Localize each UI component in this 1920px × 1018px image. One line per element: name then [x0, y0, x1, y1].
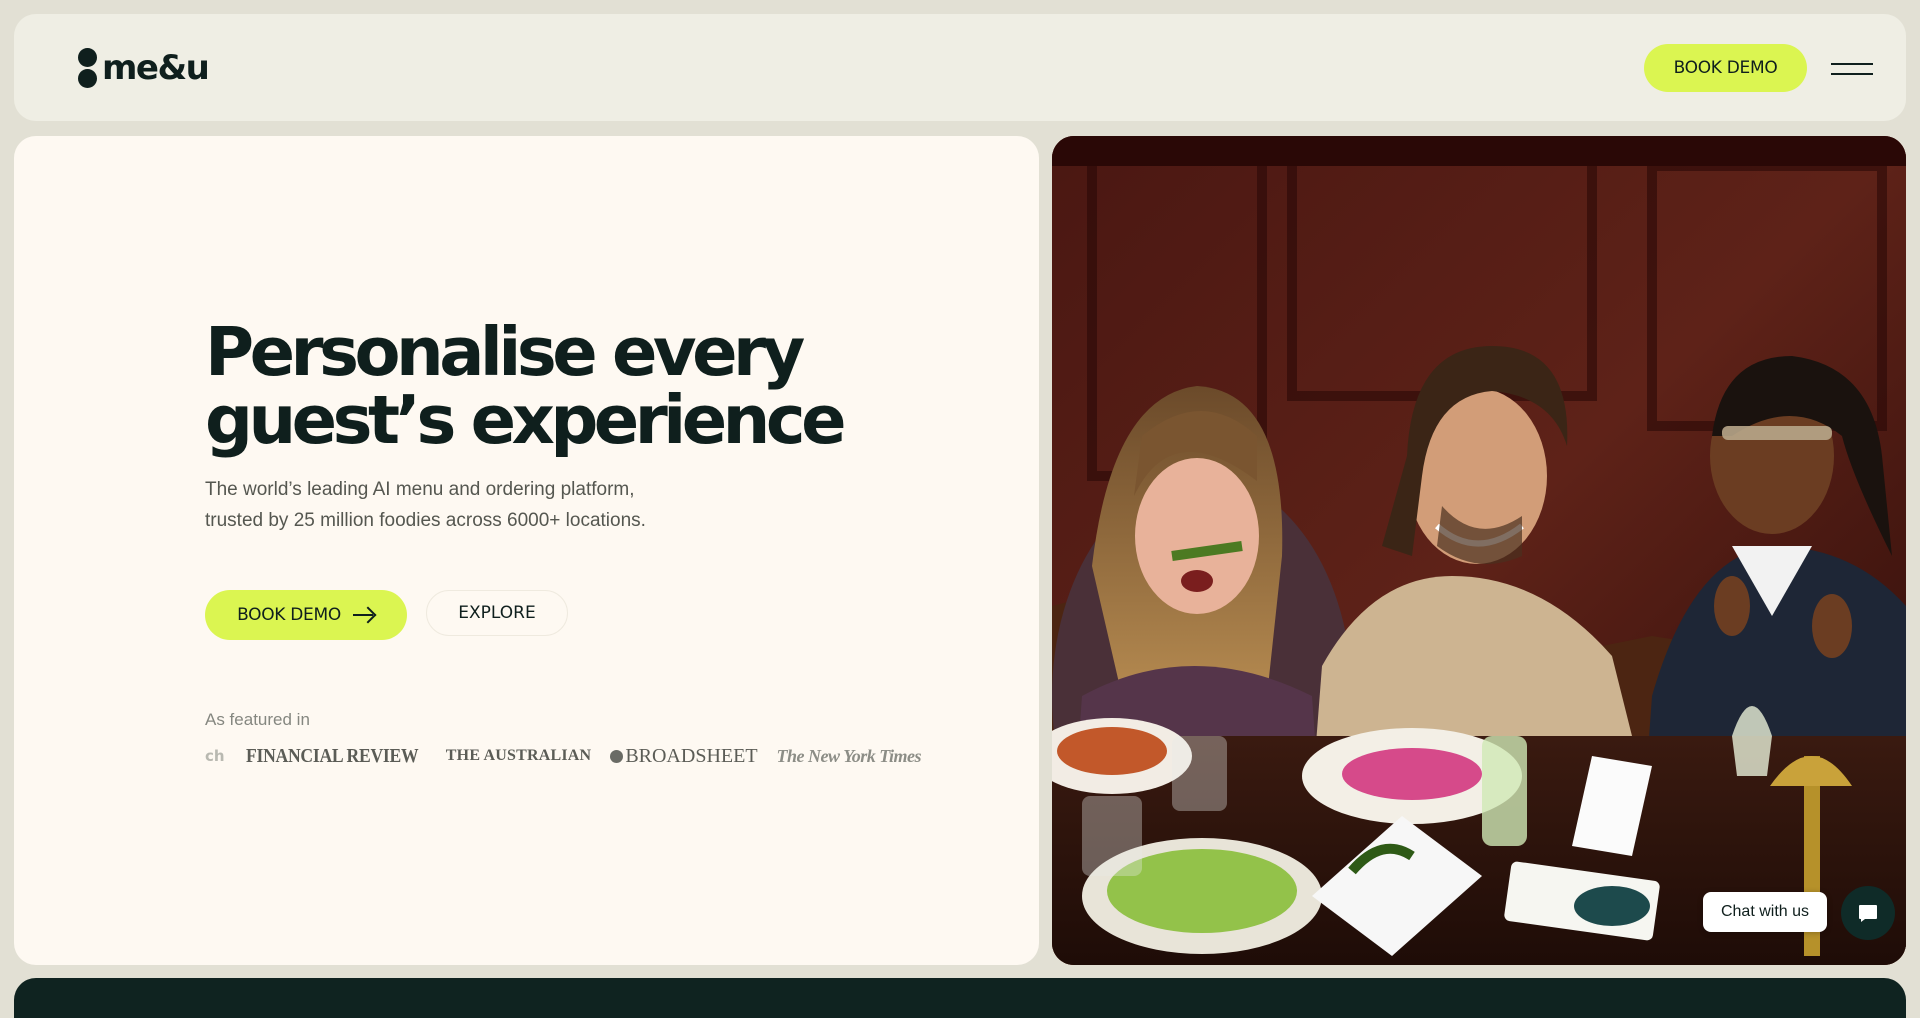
press-logo-broadsheet: BROADSHEET	[610, 744, 758, 768]
broadsheet-dot-icon	[610, 749, 624, 763]
press-logo-the-australian: THE AUSTRALIAN	[445, 747, 592, 764]
diners-photo-illustration	[1052, 136, 1906, 965]
brand-logo[interactable]: me&u	[78, 48, 210, 88]
press-logo-ch: ch	[205, 747, 225, 765]
chat-launcher-button[interactable]	[1841, 886, 1895, 940]
next-section-band	[14, 978, 1906, 1018]
brand-name: me&u	[102, 48, 210, 88]
broadsheet-label: BROADSHEET	[625, 744, 758, 767]
header-book-demo-button[interactable]: BOOK DEMO	[1644, 44, 1807, 92]
hamburger-icon[interactable]	[1831, 58, 1873, 80]
chat-with-us-label[interactable]: Chat with us	[1703, 892, 1827, 932]
hero-book-demo-button[interactable]: BOOK DEMO	[205, 590, 407, 640]
headline-line-1: Personalise every	[205, 313, 805, 391]
featured-label: As featured in	[205, 710, 310, 729]
press-logos: ch FINANCIAL REVIEW THE AUSTRALIAN BROAD…	[205, 740, 940, 772]
hero-photo	[1052, 136, 1906, 965]
press-logo-nyt: The New York Times	[776, 745, 922, 766]
hero-headline: Personalise every guest’s experience	[205, 318, 847, 454]
book-demo-label: BOOK DEMO	[237, 605, 341, 625]
explore-button[interactable]: EXPLORE	[426, 590, 568, 636]
hero-subheading: The world’s leading AI menu and ordering…	[205, 474, 765, 536]
chat-bubble-icon	[1859, 905, 1877, 922]
subheading-line-2: trusted by 25 million foodies across 600…	[205, 510, 646, 531]
subheading-line-1: The world’s leading AI menu and ordering…	[205, 479, 635, 500]
arrow-right-icon	[352, 608, 375, 622]
logo-mark-icon	[78, 48, 98, 88]
headline-line-2: guest’s experience	[205, 381, 847, 459]
press-logo-financial-review: FINANCIAL REVIEW	[246, 744, 419, 767]
site-header: me&u BOOK DEMO	[14, 14, 1906, 121]
hero-content-card: Personalise every guest’s experience The…	[14, 136, 1039, 965]
